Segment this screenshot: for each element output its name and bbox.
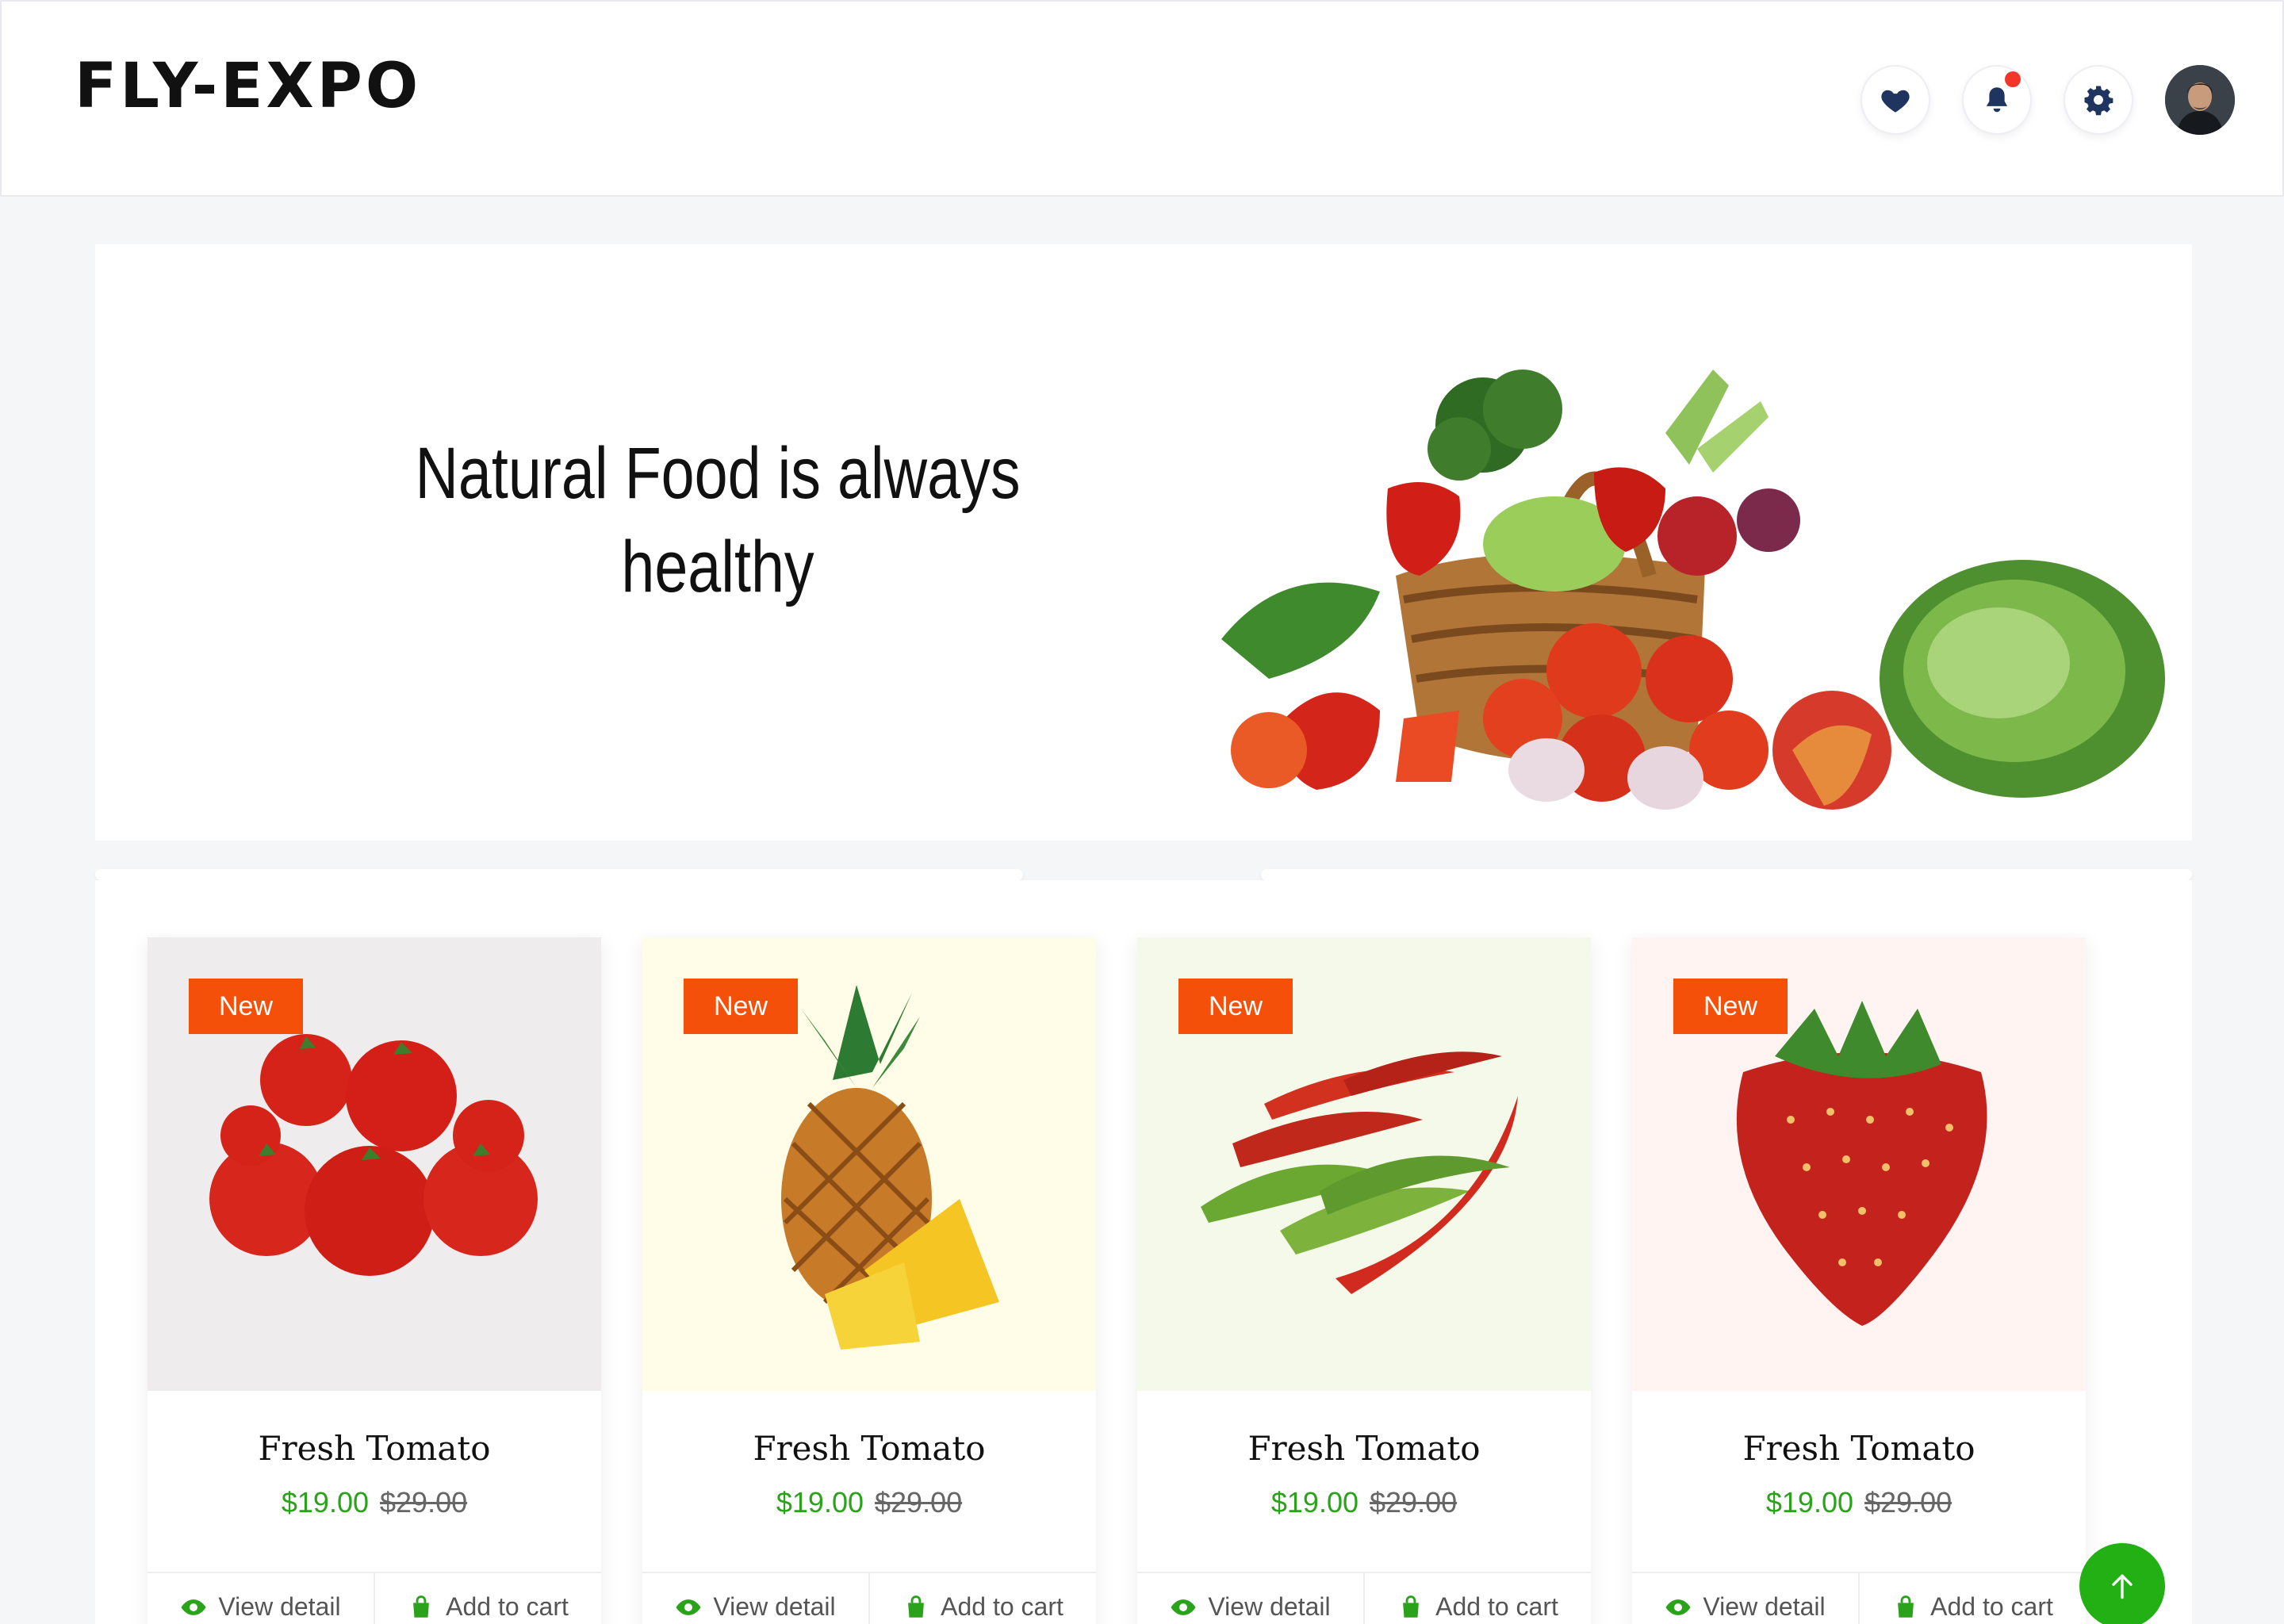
- bell-icon: [1986, 87, 2008, 113]
- new-badge: New: [684, 979, 798, 1034]
- add-to-cart-label: Add to cart: [1930, 1592, 2053, 1621]
- settings-button[interactable]: [2064, 65, 2133, 135]
- add-to-cart-button[interactable]: Add to cart: [1363, 1573, 1591, 1624]
- notification-dot: [2005, 71, 2021, 87]
- product-name[interactable]: Fresh Tomato: [642, 1429, 1096, 1468]
- section-divider-right: [1261, 869, 2192, 880]
- eye-icon: [1665, 1599, 1691, 1615]
- product-actions: View detail Add to cart: [148, 1572, 601, 1624]
- arrow-up-icon: [2112, 1574, 2133, 1599]
- shopping-bag-icon: [1403, 1595, 1420, 1618]
- product-name[interactable]: Fresh Tomato: [1632, 1429, 2086, 1468]
- original-price: $29.00: [380, 1486, 468, 1519]
- add-to-cart-label: Add to cart: [1435, 1592, 1558, 1621]
- product-card[interactable]: New Fresh Tomato $19.00 $29.00 View detai…: [1632, 937, 2086, 1624]
- notifications-button[interactable]: [1962, 65, 2032, 135]
- heart-icon: [1881, 90, 1910, 113]
- current-price: $19.00: [776, 1486, 864, 1519]
- product-card[interactable]: New Fresh Tomato $19.00 $29.00 View detai…: [642, 937, 1096, 1624]
- view-detail-label: View detail: [713, 1592, 836, 1621]
- product-price: $19.00 $29.00: [1137, 1486, 1591, 1519]
- add-to-cart-button[interactable]: Add to cart: [1858, 1573, 2086, 1624]
- gear-icon: [2084, 86, 2113, 116]
- view-detail-button[interactable]: View detail: [1137, 1573, 1363, 1624]
- product-actions: View detail Add to cart: [642, 1572, 1096, 1624]
- original-price: $29.00: [875, 1486, 963, 1519]
- product-actions: View detail Add to cart: [1137, 1572, 1591, 1624]
- eye-icon: [181, 1599, 206, 1615]
- hero-headline: Natural Food is always healthy: [377, 427, 1060, 614]
- view-detail-label: View detail: [1208, 1592, 1331, 1621]
- top-header: FLY-EXPO: [0, 0, 2284, 197]
- current-price: $19.00: [1765, 1486, 1853, 1519]
- current-price: $19.00: [1270, 1486, 1359, 1519]
- view-detail-button[interactable]: View detail: [148, 1573, 374, 1624]
- shopping-bag-icon: [413, 1595, 430, 1618]
- product-name[interactable]: Fresh Tomato: [1137, 1429, 1591, 1468]
- new-badge: New: [1673, 979, 1788, 1034]
- product-grid: New Fresh Tomato $19.00 $29.00 View detai…: [95, 880, 2192, 1624]
- shopping-bag-icon: [908, 1595, 925, 1618]
- add-to-cart-label: Add to cart: [446, 1592, 569, 1621]
- product-name[interactable]: Fresh Tomato: [148, 1429, 601, 1468]
- add-to-cart-button[interactable]: Add to cart: [868, 1573, 1096, 1624]
- new-badge: New: [1178, 979, 1293, 1034]
- product-price: $19.00 $29.00: [148, 1486, 601, 1519]
- hero-banner: Natural Food is always healthy: [95, 244, 2192, 841]
- add-to-cart-button[interactable]: Add to cart: [374, 1573, 601, 1624]
- hero-headline-line-1: Natural Food is always: [415, 433, 1021, 514]
- view-detail-label: View detail: [218, 1592, 341, 1621]
- shopping-bag-icon: [1898, 1595, 1914, 1618]
- original-price: $29.00: [1864, 1486, 1953, 1519]
- product-actions: View detail Add to cart: [1632, 1572, 2086, 1624]
- view-detail-button[interactable]: View detail: [642, 1573, 868, 1624]
- product-price: $19.00 $29.00: [642, 1486, 1096, 1519]
- hero-headline-line-2: healthy: [621, 527, 814, 607]
- vegetable-basket-image: [1221, 370, 2165, 810]
- eye-icon: [676, 1599, 701, 1615]
- add-to-cart-label: Add to cart: [941, 1592, 1063, 1621]
- user-avatar[interactable]: [2165, 65, 2235, 135]
- section-divider-left: [95, 869, 1023, 880]
- eye-icon: [1171, 1599, 1196, 1615]
- current-price: $19.00: [281, 1486, 369, 1519]
- wishlist-button[interactable]: [1861, 65, 1930, 135]
- view-detail-button[interactable]: View detail: [1632, 1573, 1858, 1624]
- product-card[interactable]: New Fresh Tomato $19.00 $29.00 View detai…: [1137, 937, 1591, 1624]
- view-detail-label: View detail: [1703, 1592, 1826, 1621]
- brand-logo[interactable]: FLY-EXPO: [75, 51, 421, 122]
- original-price: $29.00: [1370, 1486, 1458, 1519]
- new-badge: New: [189, 979, 303, 1034]
- product-card[interactable]: New Fresh Tomato $19.00 $29.00 View detai…: [148, 937, 601, 1624]
- scroll-to-top-button[interactable]: [2079, 1543, 2165, 1624]
- product-price: $19.00 $29.00: [1632, 1486, 2086, 1519]
